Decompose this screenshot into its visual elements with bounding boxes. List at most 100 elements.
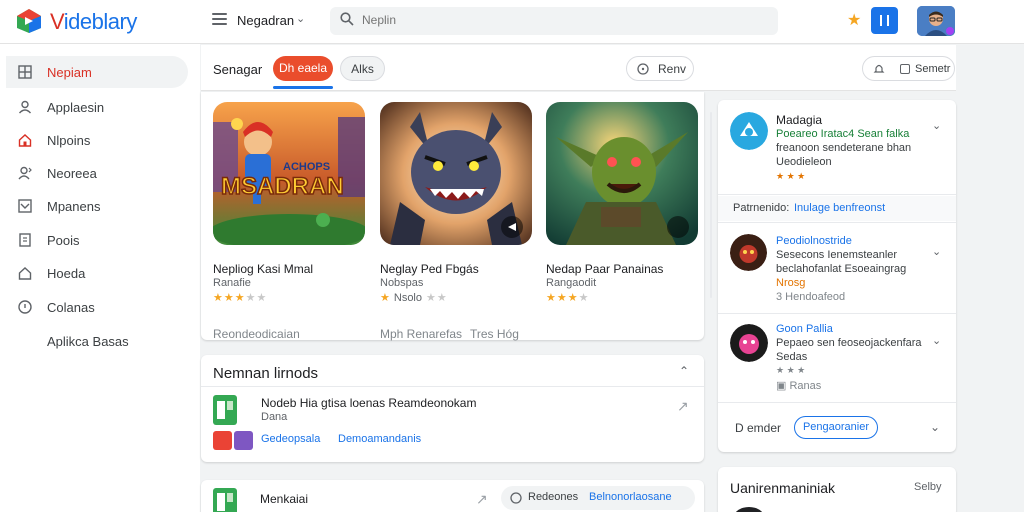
divider bbox=[718, 402, 956, 403]
game-rating: ★ Nsolo ★★ bbox=[380, 292, 448, 304]
app-icon[interactable] bbox=[213, 488, 237, 512]
right-footer-button[interactable]: Pengaoranier bbox=[794, 416, 878, 439]
promo-band-link[interactable]: Inulage benfreonst bbox=[794, 202, 885, 214]
sidebar-item-label: Nepiam bbox=[47, 65, 92, 80]
game-developer: Nobspas bbox=[380, 277, 424, 289]
right-app-title[interactable]: Goon Pallia bbox=[776, 323, 833, 335]
sidebar: Nepiam Applaesin Nlpoins Neoreea Mpanens… bbox=[0, 44, 200, 512]
logo-letter: V bbox=[50, 9, 64, 34]
person-pin-icon bbox=[18, 166, 32, 180]
divider bbox=[718, 313, 956, 314]
sidebar-item-0[interactable]: Nepiam bbox=[6, 56, 188, 88]
inbox-icon bbox=[18, 199, 32, 213]
app-icon[interactable] bbox=[213, 395, 237, 425]
right-app-line: Sesecons Ienemsteanler bbox=[776, 249, 898, 261]
game-title: Nedap Paar Panainas bbox=[546, 262, 664, 276]
nav-select[interactable]: Negadran bbox=[237, 13, 294, 28]
chevron-down-icon[interactable]: ⌄ bbox=[932, 119, 941, 132]
game-developer: Ranafie bbox=[213, 277, 251, 289]
star-icon[interactable]: ★ bbox=[847, 10, 861, 30]
right-app-line: beclahofanlat Esoeaingrag bbox=[776, 263, 907, 275]
app-logo-text: Videblary bbox=[50, 9, 137, 35]
right-footer-label: D emder bbox=[735, 421, 782, 435]
chevron-up-icon[interactable]: ⌃ bbox=[679, 364, 689, 378]
right-app-line: Ueodieleon bbox=[776, 156, 832, 168]
right-app-line: ▣ Ranas bbox=[776, 380, 822, 392]
game-artwork[interactable]: ACHOPS MSADRAN bbox=[213, 102, 365, 245]
menu-icon[interactable] bbox=[212, 13, 227, 25]
right-bottom-side[interactable]: Selby bbox=[914, 481, 942, 493]
sidebar-item-1[interactable]: Applaesin bbox=[6, 91, 188, 123]
bottom-pill-button[interactable]: Redeones Belnonorlaosane bbox=[501, 486, 695, 510]
app-logo[interactable] bbox=[730, 324, 768, 362]
app-logo[interactable] bbox=[730, 112, 768, 150]
sidebar-item-7[interactable]: Colanas bbox=[6, 291, 188, 323]
game-developer: Rangaodit bbox=[546, 277, 597, 289]
right-app-title[interactable]: Peodiolnostride bbox=[776, 235, 852, 247]
house-icon bbox=[18, 267, 32, 280]
divider bbox=[201, 386, 704, 387]
promo-band: Patrnenido: Inulage benfreonst bbox=[718, 196, 956, 221]
bottom-app-row: Menkaiai ↗ Redeones Belnonorlaosane bbox=[201, 480, 704, 512]
sidebar-item-label: Applaesin bbox=[47, 100, 105, 115]
tab-bar: Senagar Dh eaela Alks Renv Semetr bbox=[201, 45, 956, 91]
right-app-rating: ★ ★ ★ bbox=[776, 171, 806, 181]
sidebar-item-6[interactable]: Hoeda bbox=[6, 257, 188, 289]
app-logo[interactable] bbox=[730, 234, 767, 271]
avatar[interactable] bbox=[734, 507, 764, 512]
bottom-pill-link[interactable]: Belnonorlaosane bbox=[589, 491, 672, 503]
filter-button-label: Semetr bbox=[915, 63, 951, 75]
sidebar-item-2[interactable]: Nlpoins bbox=[6, 124, 188, 156]
app-mini-icon[interactable] bbox=[213, 431, 232, 450]
right-app-line: Pepaeo sen feoseojackenfara bbox=[776, 337, 922, 349]
tab-chip-active[interactable]: Dh eaela bbox=[273, 56, 333, 81]
sidebar-item-label: Neoreea bbox=[47, 166, 97, 181]
user-avatar[interactable] bbox=[917, 6, 955, 36]
sidebar-item-5[interactable]: Poois bbox=[6, 224, 188, 256]
document-icon bbox=[19, 233, 31, 247]
sidebar-item-4[interactable]: Mpanens bbox=[6, 190, 188, 222]
chevron-down-icon[interactable]: ⌄ bbox=[296, 12, 305, 25]
chat-icon bbox=[637, 63, 649, 75]
chevron-down-icon[interactable]: ⌄ bbox=[930, 420, 940, 434]
game-rating: ★★★★★ bbox=[213, 292, 268, 304]
right-app-line: 3 Hendoafeod bbox=[776, 291, 846, 303]
search-input[interactable] bbox=[362, 9, 742, 31]
bell-icon bbox=[873, 64, 885, 73]
right-bottom-card: Uanirenmaniniak Selby bbox=[718, 467, 956, 512]
game-artwork[interactable] bbox=[546, 102, 698, 245]
tab-chip[interactable]: Alks bbox=[340, 56, 385, 81]
recommended-app-sub: Dana bbox=[261, 411, 288, 423]
pause-button[interactable] bbox=[871, 7, 898, 34]
right-app-title: Madagia bbox=[776, 113, 823, 127]
review-button[interactable]: Renv bbox=[626, 56, 694, 81]
sidebar-item-3[interactable]: Neoreea bbox=[6, 157, 188, 189]
chevron-down-icon[interactable]: ⌄ bbox=[932, 334, 941, 347]
checkbox-icon bbox=[900, 64, 910, 74]
game-artwork[interactable] bbox=[380, 102, 532, 245]
user-icon bbox=[18, 100, 32, 114]
bottom-app-title: Menkaiai bbox=[260, 492, 309, 506]
sidebar-item-8[interactable]: Aplikca Basas bbox=[6, 325, 188, 357]
recommended-link[interactable]: Gedeopsala bbox=[261, 433, 320, 445]
filter-button[interactable]: Semetr bbox=[862, 56, 955, 81]
share-icon[interactable]: ↗ bbox=[677, 398, 689, 415]
search-icon[interactable] bbox=[340, 12, 354, 26]
scrollbar[interactable] bbox=[710, 112, 712, 298]
recommended-app-text: Nodeb Hia gtisa loenas Reamdeonokam bbox=[261, 396, 477, 410]
home-icon bbox=[18, 134, 32, 147]
section-title: Senagar bbox=[213, 62, 263, 77]
sidebar-item-label: Aplikca Basas bbox=[47, 334, 129, 349]
app-mini-icon[interactable] bbox=[234, 431, 253, 450]
review-button-label: Renv bbox=[658, 62, 687, 76]
game-rating: ★★★★ bbox=[546, 292, 590, 304]
chevron-down-icon[interactable]: ⌄ bbox=[932, 245, 941, 258]
right-app-line: Nrosg bbox=[776, 277, 806, 289]
recommended-link[interactable]: Demoamandanis bbox=[338, 433, 421, 445]
app-logo-icon[interactable] bbox=[16, 8, 42, 34]
grid-icon bbox=[18, 65, 32, 79]
recommended-title: Nemnan lirnods bbox=[213, 365, 319, 382]
divider bbox=[718, 194, 956, 195]
share-icon[interactable]: ↗ bbox=[476, 491, 488, 508]
right-app-rating: ★ ★ ★ bbox=[776, 365, 806, 375]
